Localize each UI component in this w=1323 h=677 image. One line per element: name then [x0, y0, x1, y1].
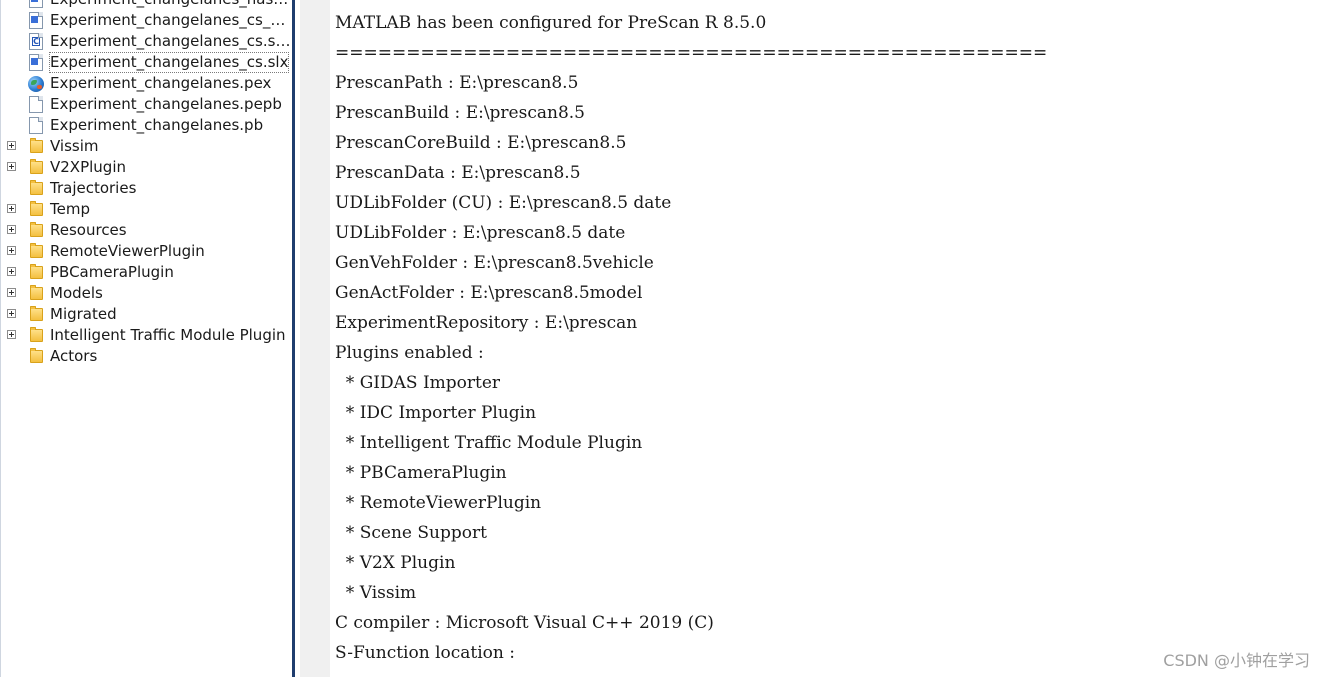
command-window-output: ========================================… — [335, 0, 1047, 668]
tree-folder-item[interactable]: Models — [1, 283, 293, 304]
tree-folder-item[interactable]: Temp — [1, 199, 293, 220]
command-window-gutter — [300, 0, 330, 677]
console-line: * PBCameraPlugin — [335, 463, 507, 483]
c-code-file-icon: C — [27, 33, 45, 50]
simulink-model-icon — [27, 12, 45, 29]
console-line: C compiler : Microsoft Visual C++ 2019 (… — [335, 613, 714, 633]
tree-item-label: V2XPlugin — [50, 158, 126, 176]
folder-icon — [27, 348, 45, 365]
file-tree: Experiment_changelanes_hash...Experiment… — [1, 0, 293, 367]
command-window[interactable]: ========================================… — [300, 0, 1323, 677]
folder-icon — [27, 243, 45, 260]
tree-item-label: Migrated — [50, 305, 117, 323]
console-line: S-Function location : — [335, 643, 515, 663]
console-line: Plugins enabled : — [335, 343, 484, 363]
tree-item-label: Experiment_changelanes.pepb — [50, 95, 282, 113]
watermark: CSDN @小钟在学习 — [1163, 651, 1310, 670]
tree-item-label: Temp — [50, 200, 90, 218]
tree-folder-item[interactable]: PBCameraPlugin — [1, 262, 293, 283]
console-line: * Vissim — [335, 583, 417, 603]
expand-plus-icon[interactable] — [7, 288, 16, 297]
console-line: * IDC Importer Plugin — [335, 403, 537, 423]
expand-plus-icon[interactable] — [7, 246, 16, 255]
console-line: UDLibFolder : E:\prescan8.5 date — [335, 223, 626, 243]
tree-file-item[interactable]: Experiment_changelanes.pb — [1, 115, 293, 136]
tree-item-label: Experiment_changelanes_cs.slx — [49, 52, 290, 73]
document-icon — [27, 117, 45, 134]
console-line: GenActFolder : E:\prescan8.5model — [335, 283, 643, 303]
tree-item-label: Models — [50, 284, 103, 302]
console-line: GenVehFolder : E:\prescan8.5vehicle — [335, 253, 654, 273]
folder-icon — [27, 285, 45, 302]
expand-plus-icon[interactable] — [7, 225, 16, 234]
console-line: PrescanData : E:\prescan8.5 — [335, 163, 581, 183]
tree-folder-item[interactable]: Migrated — [1, 304, 293, 325]
console-line: PrescanCoreBuild : E:\prescan8.5 — [335, 133, 627, 153]
file-browser-panel: Experiment_changelanes_hash...Experiment… — [0, 0, 293, 677]
tree-folder-item[interactable]: RemoteViewerPlugin — [1, 241, 293, 262]
tree-file-item[interactable]: Experiment_changelanes_cs.slx — [1, 52, 293, 73]
tree-item-label: PBCameraPlugin — [50, 263, 174, 281]
simulink-model-icon — [27, 54, 45, 71]
tree-item-label: Experiment_changelanes_hash... — [49, 0, 293, 10]
folder-icon — [27, 327, 45, 344]
console-line: ========================================… — [335, 43, 1048, 63]
tree-item-label: Actors — [50, 347, 98, 365]
tree-folder-item[interactable]: Intelligent Traffic Module Plugin — [1, 325, 293, 346]
folder-icon — [27, 180, 45, 197]
console-line: * Scene Support — [335, 523, 487, 543]
tree-folder-item[interactable]: Trajectories — [1, 178, 293, 199]
console-line: ExperimentRepository : E:\prescan — [335, 313, 638, 333]
console-line: * V2X Plugin — [335, 553, 456, 573]
console-line: MATLAB has been configured for PreScan R… — [335, 13, 767, 33]
tree-item-label: Experiment_changelanes.pb — [50, 116, 264, 134]
tree-item-label: Experiment_changelanes_cs.slx.... — [50, 32, 293, 50]
slx-file-icon — [27, 0, 45, 8]
tree-folder-item[interactable]: Actors — [1, 346, 293, 367]
expand-plus-icon[interactable] — [7, 204, 16, 213]
tree-file-item[interactable]: Experiment_changelanes.pex — [1, 73, 293, 94]
folder-icon — [27, 222, 45, 239]
tree-item-label: Experiment_changelanes_cs_old... — [50, 11, 293, 29]
folder-icon — [27, 159, 45, 176]
tree-folder-item[interactable]: Vissim — [1, 136, 293, 157]
console-line: * Intelligent Traffic Module Plugin — [335, 433, 643, 453]
tree-file-item[interactable]: C Experiment_changelanes_cs.slx.... — [1, 31, 293, 52]
tree-item-label: RemoteViewerPlugin — [50, 242, 205, 260]
tree-file-item[interactable]: Experiment_changelanes_hash... — [1, 0, 293, 10]
tree-item-label: Vissim — [50, 137, 99, 155]
folder-icon — [27, 306, 45, 323]
tree-folder-item[interactable]: V2XPlugin — [1, 157, 293, 178]
expand-plus-icon[interactable] — [7, 330, 16, 339]
tree-folder-item[interactable]: Resources — [1, 220, 293, 241]
document-icon — [27, 96, 45, 113]
tree-item-label: Trajectories — [50, 179, 137, 197]
tree-file-item[interactable]: Experiment_changelanes_cs_old... — [1, 10, 293, 31]
console-line: * RemoteViewerPlugin — [335, 493, 542, 513]
expand-plus-icon[interactable] — [7, 309, 16, 318]
folder-icon — [27, 264, 45, 281]
console-line: ========================================… — [335, 0, 1047, 8]
tree-item-label: Experiment_changelanes.pex — [50, 74, 272, 92]
console-line: PrescanBuild : E:\prescan8.5 — [335, 103, 585, 123]
expand-plus-icon[interactable] — [7, 141, 16, 150]
tree-item-label: Intelligent Traffic Module Plugin — [50, 326, 286, 344]
console-line: * GIDAS Importer — [335, 373, 501, 393]
expand-plus-icon[interactable] — [7, 267, 16, 276]
tree-file-item[interactable]: Experiment_changelanes.pepb — [1, 94, 293, 115]
console-line: UDLibFolder (CU) : E:\prescan8.5 date — [335, 193, 672, 213]
tree-item-label: Resources — [50, 221, 127, 239]
expand-plus-icon[interactable] — [7, 162, 16, 171]
console-line: PrescanPath : E:\prescan8.5 — [335, 73, 579, 93]
globe-icon — [27, 75, 45, 92]
folder-icon — [27, 138, 45, 155]
folder-icon — [27, 201, 45, 218]
